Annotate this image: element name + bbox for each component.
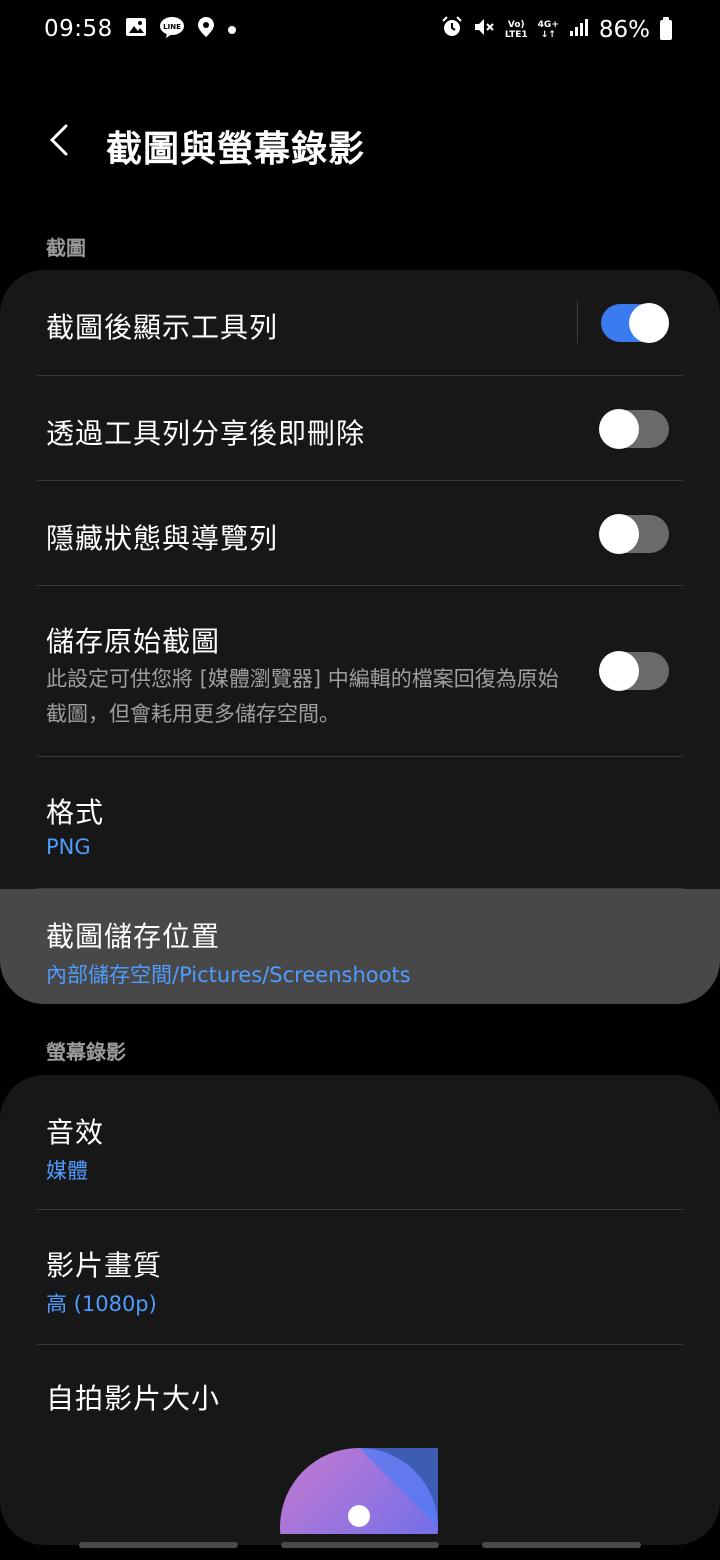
setting-save-location[interactable]: 截圖儲存位置 內部儲存空間/Pictures/Screenshoots [0,889,720,1004]
show-toolbar-toggle[interactable] [601,303,669,343]
status-bar: 09:58 LINE Vo) LTE1 4G+ ↓↑ 86% [0,0,720,66]
location-icon [197,16,215,42]
setting-label: 音效 [46,1116,105,1149]
setting-description: 此設定可供您將 [媒體瀏覽器] 中編輯的檔案回復為原始截圖，但會耗用更多儲存空間… [46,667,559,726]
nav-home-button[interactable] [281,1542,439,1548]
network-type-indicator: 4G+ ↓↑ [537,20,559,40]
section-label-recording: 螢幕錄影 [46,1040,126,1064]
save-original-toggle[interactable] [599,651,669,691]
section-label-screenshot: 截圖 [46,236,86,260]
mute-icon [473,16,495,44]
setting-value: PNG [46,835,91,859]
delete-after-share-toggle[interactable] [599,409,669,449]
setting-label: 隱藏狀態與導覽列 [46,522,279,555]
setting-save-original[interactable]: 儲存原始截圖 此設定可供您將 [媒體瀏覽器] 中編輯的檔案回復為原始截圖，但會耗… [0,586,720,756]
setting-selfie-video-size[interactable]: 自拍影片大小 [0,1345,720,1545]
line-app-icon: LINE [159,16,185,42]
setting-label: 截圖後顯示工具列 [46,311,279,344]
back-arrow-icon [49,124,68,156]
setting-label: 自拍影片大小 [46,1382,221,1415]
volte-indicator: Vo) LTE1 [504,20,528,40]
battery-percent: 86% [598,17,650,43]
signal-icon [569,17,589,43]
setting-label: 截圖儲存位置 [46,920,221,953]
nav-back-button[interactable] [482,1542,641,1548]
setting-value: 內部儲存空間/Pictures/Screenshoots [46,963,411,987]
setting-delete-after-share[interactable]: 透過工具列分享後即刪除 [0,376,720,480]
selfie-size-preview[interactable] [280,1448,438,1534]
setting-show-toolbar[interactable]: 截圖後顯示工具列 [0,270,720,375]
recording-settings-card: 音效 媒體 影片畫質 高 (1080p) 自拍影片大小 [0,1075,720,1545]
hide-bars-toggle[interactable] [599,514,669,554]
battery-icon [660,17,672,40]
notification-dot-icon [227,20,237,39]
gallery-icon [125,17,147,41]
setting-label: 影片畫質 [46,1249,163,1282]
alarm-icon [441,16,463,44]
page-title: 截圖與螢幕錄影 [106,129,366,170]
setting-sound[interactable]: 音效 媒體 [0,1075,720,1209]
vertical-divider [577,301,578,343]
setting-label: 格式 [46,796,105,829]
back-button[interactable] [42,120,82,160]
setting-video-quality[interactable]: 影片畫質 高 (1080p) [0,1210,720,1344]
status-time: 09:58 [44,16,113,42]
app-bar: 截圖與螢幕錄影 [0,100,720,190]
svg-text:LINE: LINE [163,23,181,31]
setting-value: 媒體 [46,1159,88,1183]
nav-recents-button[interactable] [79,1542,238,1548]
setting-hide-bars[interactable]: 隱藏狀態與導覽列 [0,481,720,585]
setting-value: 高 (1080p) [46,1292,157,1316]
screenshot-settings-card: 截圖後顯示工具列 透過工具列分享後即刪除 隱藏狀態與導覽列 儲存原始截圖 此設定… [0,270,720,1004]
setting-label: 儲存原始截圖 [46,625,221,658]
setting-label: 透過工具列分享後即刪除 [46,417,366,450]
navigation-bar [0,1528,720,1560]
setting-format[interactable]: 格式 PNG [0,757,720,888]
selfie-preview-icon [280,1448,438,1534]
